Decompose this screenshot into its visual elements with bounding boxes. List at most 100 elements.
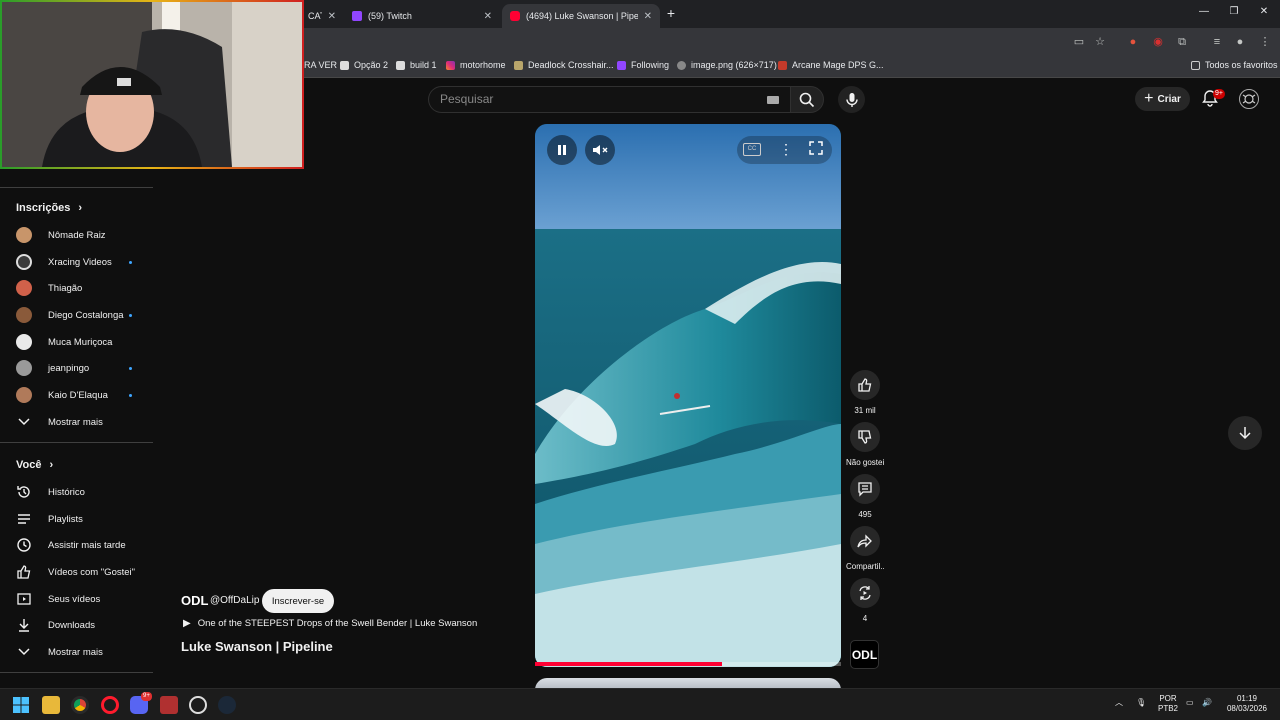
menu-icon[interactable]: ⋮ — [1258, 35, 1272, 49]
you-header[interactable]: Você › — [16, 459, 53, 471]
create-button[interactable]: + Criar — [1135, 87, 1190, 111]
chevron-down-icon — [16, 644, 32, 660]
tab-cat[interactable]: CAT ✕ — [300, 4, 344, 28]
comments-button[interactable]: 495 — [846, 474, 884, 519]
download-icon — [16, 617, 32, 633]
like-count: 31 mil — [854, 406, 876, 415]
thumb-down-icon — [858, 430, 872, 444]
like-button[interactable]: 31 mil — [846, 370, 884, 415]
extension-fox-icon[interactable]: ● — [1126, 35, 1140, 49]
chevron-up-icon[interactable]: ︿ — [1115, 698, 1123, 708]
plus-icon: + — [1144, 90, 1154, 107]
sidebar-item-your-videos[interactable]: Seus vídeos — [16, 589, 156, 609]
bookmark-item[interactable]: build 1 — [396, 60, 437, 70]
sidebar-item-downloads[interactable]: Downloads — [16, 615, 156, 635]
channel-avatar — [16, 227, 32, 243]
steam-icon[interactable] — [218, 696, 236, 714]
opera-gx-icon[interactable] — [101, 696, 119, 714]
restore-icon[interactable]: ❐ — [1223, 6, 1245, 22]
channel-thumbnail[interactable]: ODL — [850, 640, 879, 669]
new-tab-button[interactable]: + — [664, 5, 678, 23]
fullscreen-button[interactable] — [809, 141, 823, 158]
pause-button[interactable] — [547, 135, 577, 165]
next-short-button[interactable] — [1228, 416, 1262, 450]
you-show-more[interactable]: Mostrar mais — [16, 642, 156, 662]
sidebar-subscription[interactable]: Xracing Videos — [16, 252, 156, 272]
subscriptions-show-more[interactable]: Mostrar mais — [16, 412, 156, 432]
video-progress-bar[interactable] — [535, 662, 841, 666]
sidebar-item-liked-videos[interactable]: Vídeos com "Gostei" — [16, 562, 156, 582]
share-button[interactable]: Compartil... — [846, 526, 884, 571]
tab-twitch[interactable]: (59) Twitch ✕ — [344, 4, 500, 28]
sidebar-subscription[interactable]: jeanpingo — [16, 358, 156, 378]
subscribe-button[interactable]: Inscrever-se — [262, 589, 334, 613]
channel-handle[interactable]: @OffDaLip — [210, 595, 259, 606]
sidebar-item-history[interactable]: Histórico — [16, 482, 156, 502]
sidebar-subscription[interactable]: Muca Muriçoca — [16, 332, 156, 352]
subscription-name: Muca Muriçoca — [48, 336, 113, 348]
more-options-icon[interactable]: ⋮ — [779, 141, 793, 158]
close-icon[interactable]: ✕ — [328, 11, 336, 22]
bookmark-item[interactable]: Deadlock Crosshair... — [514, 60, 614, 70]
chrome-icon[interactable] — [71, 696, 89, 714]
file-explorer-icon[interactable] — [42, 696, 60, 714]
tab-youtube-active[interactable]: (4694) Luke Swanson | Pipeline ✕ — [502, 4, 660, 28]
extensions-icon[interactable]: ⧉ — [1175, 35, 1189, 49]
captions-icon[interactable]: CC — [743, 143, 761, 156]
sidebar-item-label: Playlists — [48, 513, 83, 525]
webcam-image — [2, 2, 302, 167]
extension-record-icon[interactable]: ◉ — [1151, 35, 1165, 49]
mic-icon[interactable]: 🎙 — [1136, 698, 1146, 708]
expand-icon — [809, 141, 823, 155]
bookmark-label: RA VER — [304, 60, 338, 70]
remix-count: 4 — [862, 614, 868, 623]
sidebar-subscription[interactable]: Kaio D'Elaqua — [16, 385, 156, 405]
star-icon[interactable]: ☆ — [1093, 35, 1107, 49]
show-more-label: Mostrar mais — [48, 646, 103, 658]
dislike-button[interactable]: Não gostei — [846, 422, 884, 467]
new-content-dot — [129, 313, 132, 317]
profile-icon[interactable]: ● — [1233, 35, 1247, 49]
sidebar-subscription[interactable]: Nômade Raiz — [16, 225, 156, 245]
close-icon[interactable]: ✕ — [644, 11, 652, 22]
remix-button[interactable]: 4 — [846, 578, 884, 623]
search-button[interactable] — [790, 86, 824, 113]
language-indicator[interactable]: POR PTB2 — [1156, 694, 1180, 714]
media-controls-icon[interactable]: ≡ — [1210, 35, 1224, 49]
volume-icon[interactable]: 🔊 — [1202, 698, 1212, 708]
windows-start-icon[interactable] — [12, 696, 30, 714]
app-circle-icon[interactable] — [189, 696, 207, 714]
clock[interactable]: 01:19 08/03/2026 — [1222, 694, 1272, 714]
related-video-link[interactable]: ▶ One of the STEEPEST Drops of the Swell… — [183, 618, 477, 629]
bookmark-item[interactable]: RA VER — [304, 60, 337, 70]
voice-search-button[interactable] — [838, 86, 865, 113]
app-icon[interactable] — [160, 696, 178, 714]
subscriptions-header[interactable]: Inscrições › — [16, 202, 82, 214]
sidebar-item-label: Assistir mais tarde — [48, 539, 126, 551]
minimize-icon[interactable]: — — [1193, 6, 1215, 22]
bookmark-item[interactable]: Arcane Mage DPS G... — [778, 60, 884, 70]
bookmark-item[interactable]: Opção 2 — [340, 60, 388, 70]
bookmark-item[interactable]: Following — [617, 60, 669, 70]
cast-icon[interactable]: ▭ — [1072, 35, 1086, 49]
network-icon[interactable]: ▭ — [1186, 698, 1194, 708]
search-input[interactable] — [440, 92, 740, 106]
account-avatar[interactable] — [1239, 89, 1259, 109]
all-bookmarks[interactable]: Todos os favoritos — [1191, 60, 1278, 70]
sidebar-item-playlists[interactable]: Playlists — [16, 509, 156, 529]
mute-button[interactable] — [585, 135, 615, 165]
tab-title: CAT — [308, 11, 322, 21]
sidebar-subscription[interactable]: Diego Costalonga — [16, 305, 156, 325]
bookmark-item[interactable]: image.png (626×717) — [677, 60, 777, 70]
window-close-icon[interactable]: ✕ — [1253, 6, 1275, 22]
close-icon[interactable]: ✕ — [484, 11, 492, 22]
sidebar-item-watch-later[interactable]: Assistir mais tarde — [16, 535, 156, 555]
subscription-name: Diego Costalonga — [48, 309, 124, 321]
watch-later-icon — [16, 537, 32, 553]
sidebar-subscription[interactable]: Thiagão — [16, 278, 156, 298]
channel-logo[interactable]: ODL — [181, 593, 208, 608]
bookmark-item[interactable]: motorhome — [446, 60, 506, 70]
keyboard-icon[interactable] — [767, 96, 779, 104]
mic-icon — [845, 92, 858, 107]
short-video-player[interactable] — [535, 124, 841, 667]
